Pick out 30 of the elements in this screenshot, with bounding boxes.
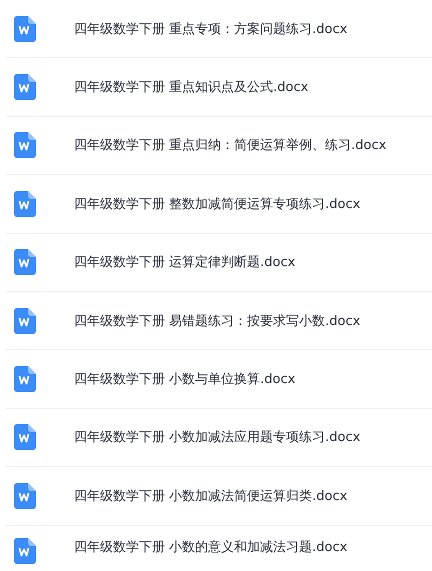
file-item[interactable]: 四年级数学下册 小数加减法应用题专项练习.docx	[6, 408, 432, 468]
file-name: 四年级数学下册 小数与单位换算.docx	[74, 371, 296, 388]
word-document-icon	[14, 482, 36, 509]
file-item[interactable]: 四年级数学下册 重点归纳：简便运算举例、练习.docx	[6, 116, 432, 176]
word-document-icon	[14, 132, 36, 158]
file-name: 四年级数学下册 重点专项：方案问题练习.docx	[74, 20, 348, 38]
file-name: 四年级数学下册 小数的意义和加减法习题.docx	[74, 538, 348, 556]
word-document-icon	[14, 366, 36, 392]
file-name: 四年级数学下册 小数加减法简便运算归类.docx	[74, 488, 348, 505]
word-document-icon	[14, 308, 36, 334]
word-document-icon	[14, 190, 36, 217]
file-name: 四年级数学下册 运算定律判断题.docx	[74, 254, 296, 272]
file-name: 四年级数学下册 重点知识点及公式.docx	[74, 79, 308, 96]
word-document-icon	[14, 74, 36, 100]
word-document-icon	[14, 249, 36, 276]
file-item[interactable]: 四年级数学下册 小数的意义和加减法习题.docx	[6, 526, 432, 571]
word-document-icon	[14, 424, 36, 450]
file-item[interactable]: 四年级数学下册 运算定律判断题.docx	[6, 234, 432, 292]
file-item[interactable]: 四年级数学下册 重点专项：方案问题练习.docx	[6, 0, 432, 58]
file-name: 四年级数学下册 易错题练习：按要求写小数.docx	[74, 312, 360, 330]
file-item[interactable]: 四年级数学下册 易错题练习：按要求写小数.docx	[6, 292, 432, 350]
file-item[interactable]: 四年级数学下册 小数加减法简便运算归类.docx	[6, 467, 432, 526]
word-document-icon	[14, 538, 36, 564]
file-name: 四年级数学下册 整数加减简便运算专项练习.docx	[74, 196, 360, 213]
file-item[interactable]: 四年级数学下册 整数加减简便运算专项练习.docx	[6, 175, 432, 234]
file-item[interactable]: 四年级数学下册 小数与单位换算.docx	[6, 350, 432, 409]
file-name: 四年级数学下册 小数加减法应用题专项练习.docx	[74, 429, 360, 446]
word-document-icon	[14, 16, 36, 42]
file-name: 四年级数学下册 重点归纳：简便运算举例、练习.docx	[74, 137, 386, 154]
file-item[interactable]: 四年级数学下册 重点知识点及公式.docx	[6, 58, 432, 117]
